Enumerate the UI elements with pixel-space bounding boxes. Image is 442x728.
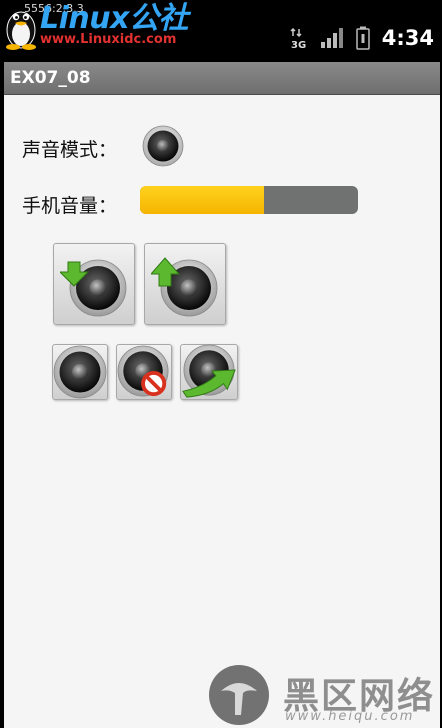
silent-mode-button[interactable]: [116, 344, 172, 400]
speaker-arrow-down-icon: [60, 259, 127, 317]
signal-strength-icon: [320, 28, 343, 48]
volume-up-button[interactable]: [144, 243, 226, 325]
emulator-screen: 5556:2.3.3 Linux公社 www.Linuxidc.com 3G 4…: [0, 0, 442, 728]
status-clock: 4:34: [381, 26, 434, 50]
watermark-url-text: www.Linuxidc.com: [40, 32, 177, 47]
battery-icon: [356, 26, 370, 50]
app-title-bar: EX07_08: [4, 62, 440, 95]
volume-progress-fill: [140, 186, 265, 214]
speaker-icon: [53, 345, 107, 399]
bottom-watermark: 黑区网络 www.heiqu.com: [205, 661, 442, 728]
status-icons: 3G 4:34: [290, 26, 434, 50]
normal-mode-button[interactable]: [52, 344, 108, 400]
heiqu-logo-icon: [209, 665, 269, 725]
speaker-arrow-up-icon: [151, 257, 218, 317]
network-3g-icon: 3G: [290, 27, 306, 49]
volume-progress-bar: [140, 186, 358, 214]
watermark-brand-text: Linux公社: [40, 1, 188, 36]
speaker-icon: [142, 125, 184, 167]
speaker-arrow-right-icon: [182, 344, 236, 398]
speaker-mute-icon: [117, 345, 169, 397]
status-bar: 5556:2.3.3 Linux公社 www.Linuxidc.com 3G 4…: [0, 0, 442, 62]
vibrate-mode-button[interactable]: [180, 344, 238, 400]
watermark-bottom-url: www.heiqu.com: [285, 709, 415, 724]
app-title: EX07_08: [10, 68, 91, 88]
network-type-label: 3G: [291, 40, 306, 49]
volume-down-button[interactable]: [53, 243, 135, 325]
sound-mode-label: 声音模式：: [22, 139, 118, 161]
phone-volume-label: 手机音量：: [22, 195, 118, 217]
activity-content: 声音模式： 手机音量：: [4, 95, 440, 728]
